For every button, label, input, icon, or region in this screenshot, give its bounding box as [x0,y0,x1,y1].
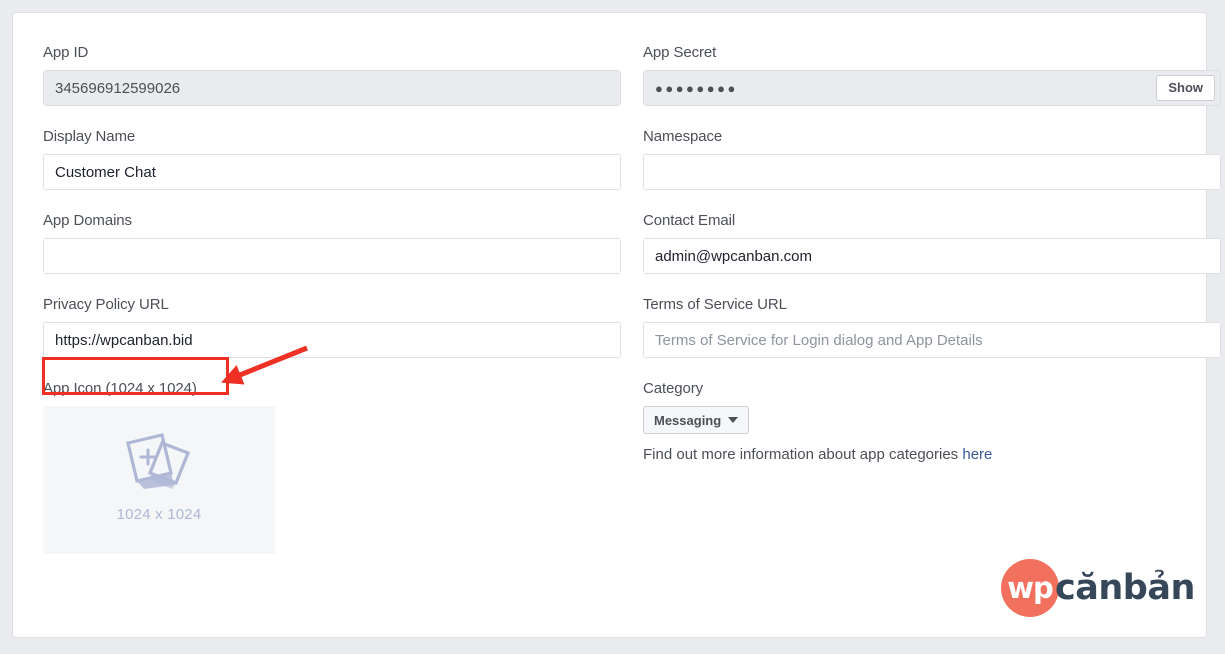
field-contact-email: Contact Email [643,211,1221,295]
field-app-secret: App Secret ●●●●●●●● Show [643,43,1221,127]
app-icon-label: App Icon (1024 x 1024) [43,380,197,397]
display-name-label: Display Name [43,128,136,145]
category-selected-value: Messaging [654,412,722,428]
privacy-policy-url-input[interactable] [43,322,621,358]
app-settings-card: App ID App Secret ●●●●●●●● Show [12,12,1221,638]
app-id-label: App ID [43,44,89,61]
add-photo-icon [126,433,191,489]
display-name-input[interactable] [43,154,621,190]
wpcanban-logo: wp cănbản [1001,559,1195,617]
app-icon-size-text: 1024 x 1024 [116,506,202,523]
field-app-domains: App Domains [43,211,621,295]
category-help-link[interactable]: here [962,446,992,463]
show-app-secret-button[interactable]: Show [1156,75,1215,101]
privacy-policy-url-label: Privacy Policy URL [43,296,169,313]
contact-email-input[interactable] [643,238,1221,274]
namespace-input[interactable] [643,154,1221,190]
field-display-name: Display Name [43,127,621,211]
form-row-icon-category: App Icon (1024 x 1024) 1024 x 1024 Categ… [43,379,1176,575]
namespace-label: Namespace [643,128,723,145]
category-help-text: Find out more information about app cate… [643,446,1221,463]
logo-mark-icon: wp [1001,559,1059,617]
field-app-icon: App Icon (1024 x 1024) 1024 x 1024 [43,379,621,575]
category-dropdown[interactable]: Messaging [643,406,750,434]
app-icon-upload-box[interactable]: 1024 x 1024 [43,406,275,554]
app-secret-label: App Secret [643,44,717,61]
field-category: Category Messaging Find out more informa… [643,379,1221,575]
field-privacy-policy-url: Privacy Policy URL [43,295,621,379]
terms-of-service-url-input[interactable] [643,322,1221,358]
terms-of-service-url-label: Terms of Service URL [643,296,787,313]
app-secret-input[interactable]: ●●●●●●●● Show [643,70,1221,106]
form-row-credentials: App ID App Secret ●●●●●●●● Show [43,43,1221,127]
form-row-naming: Display Name Namespace [43,127,1221,211]
form-row-urls: Privacy Policy URL Terms of Service URL [43,295,1221,379]
app-secret-masked-value: ●●●●●●●● [655,81,738,96]
category-help-label: Find out more information about app cate… [643,446,959,463]
settings-form: App ID App Secret ●●●●●●●● Show [13,13,1221,575]
form-row-domains: App Domains Contact Email [43,211,1221,295]
app-domains-label: App Domains [43,212,132,229]
app-id-input[interactable] [43,70,621,106]
field-app-id: App ID [43,43,621,127]
field-terms-of-service-url: Terms of Service URL [643,295,1221,379]
logo-wordmark: cănbản [1055,568,1195,608]
category-label: Category [643,380,704,397]
field-namespace: Namespace [643,127,1221,211]
contact-email-label: Contact Email [643,212,736,229]
chevron-down-icon [728,417,739,423]
app-domains-input[interactable] [43,238,621,274]
